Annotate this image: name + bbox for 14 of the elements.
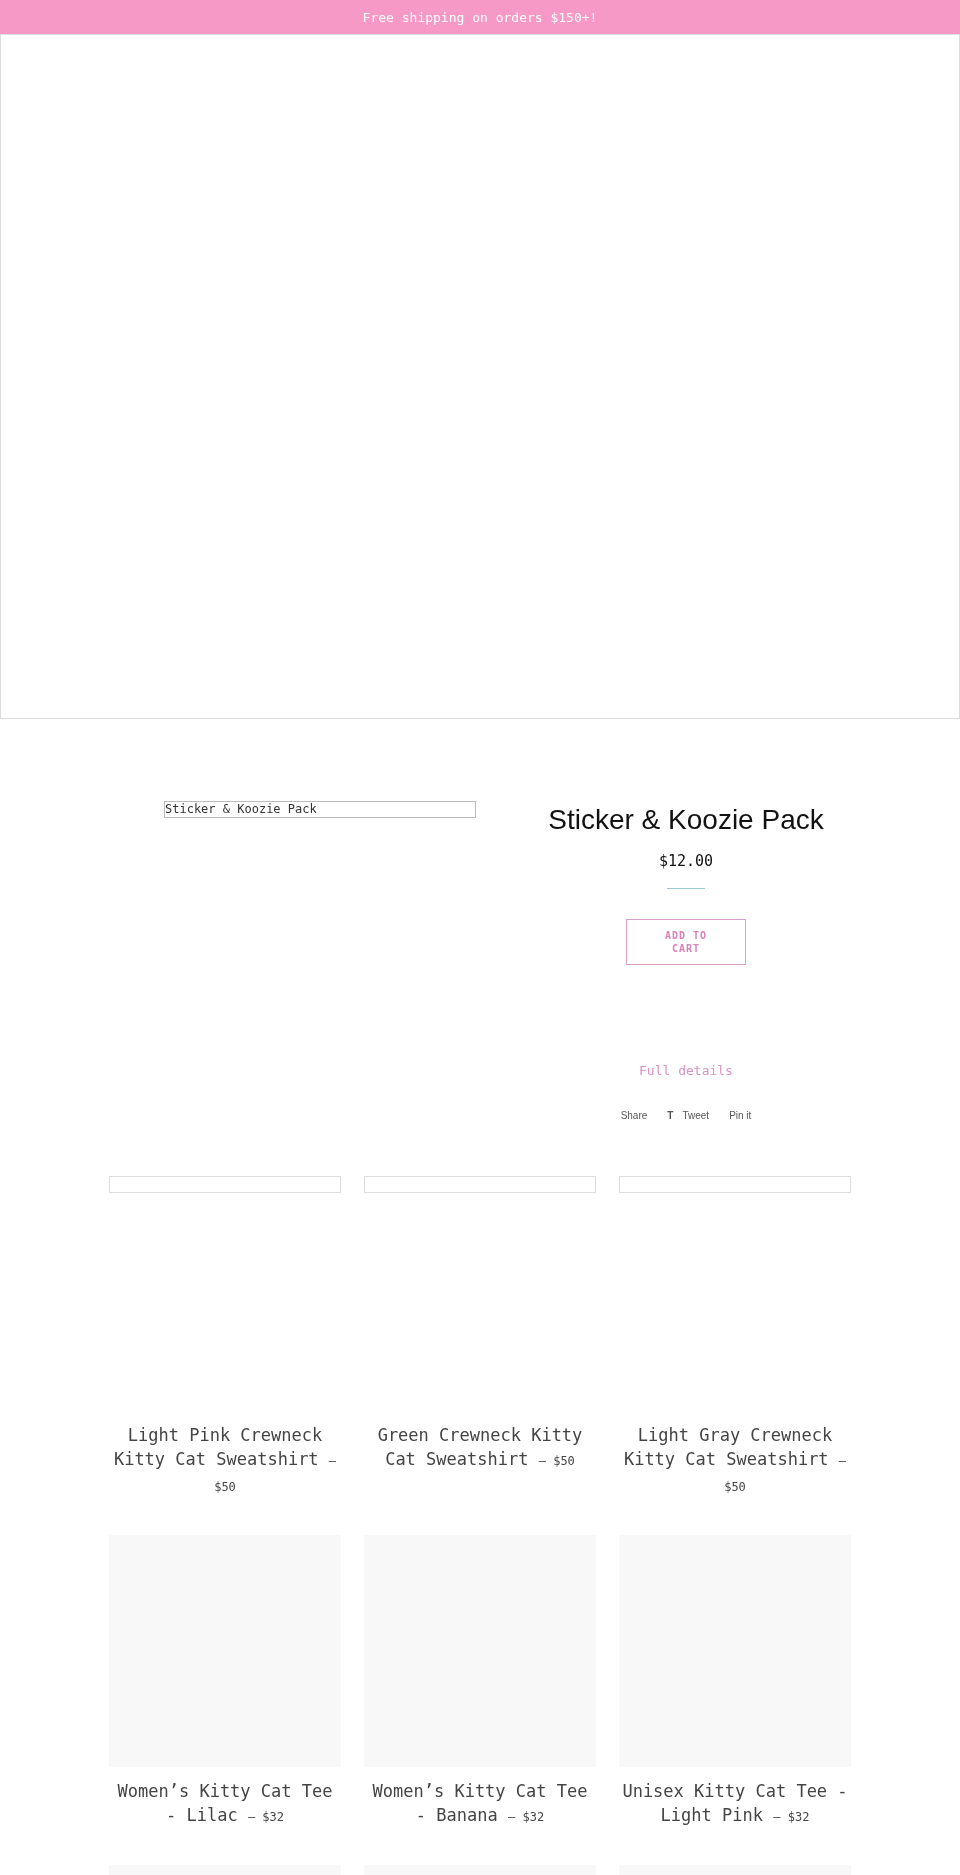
product-name[interactable]: Light Gray Crewneck Kitty Cat Sweatshirt — $50 [619,1423,851,1499]
product-title: Sticker & Koozie Pack [548,804,824,836]
tweet-icon[interactable]: T [667,1110,674,1121]
product-name[interactable]: Green Crewneck Kitty Cat Sweatshirt — $50 [364,1423,596,1473]
share-link[interactable]: Tweet [682,1110,710,1121]
broken-image: Sticker & Koozie Pack [164,801,476,818]
product-price: $12.00 [658,852,714,870]
share-link[interactable]: Share [620,1110,648,1121]
share-link[interactable]: Pin it [729,1110,752,1121]
product-name[interactable]: Women’s Kitty Cat Tee - Banana — $32 [364,1779,596,1829]
product-name[interactable]: Women’s Kitty Cat Tee - Lilac — $32 [109,1779,341,1829]
product-name[interactable]: Light Pink Crewneck Kitty Cat Sweatshirt — $50 [109,1423,341,1499]
product-name[interactable]: Unisex Kitty Cat Tee - Light Pink — $32 [619,1779,851,1829]
announcement-text: Free shipping on orders $150+! [362,9,598,25]
